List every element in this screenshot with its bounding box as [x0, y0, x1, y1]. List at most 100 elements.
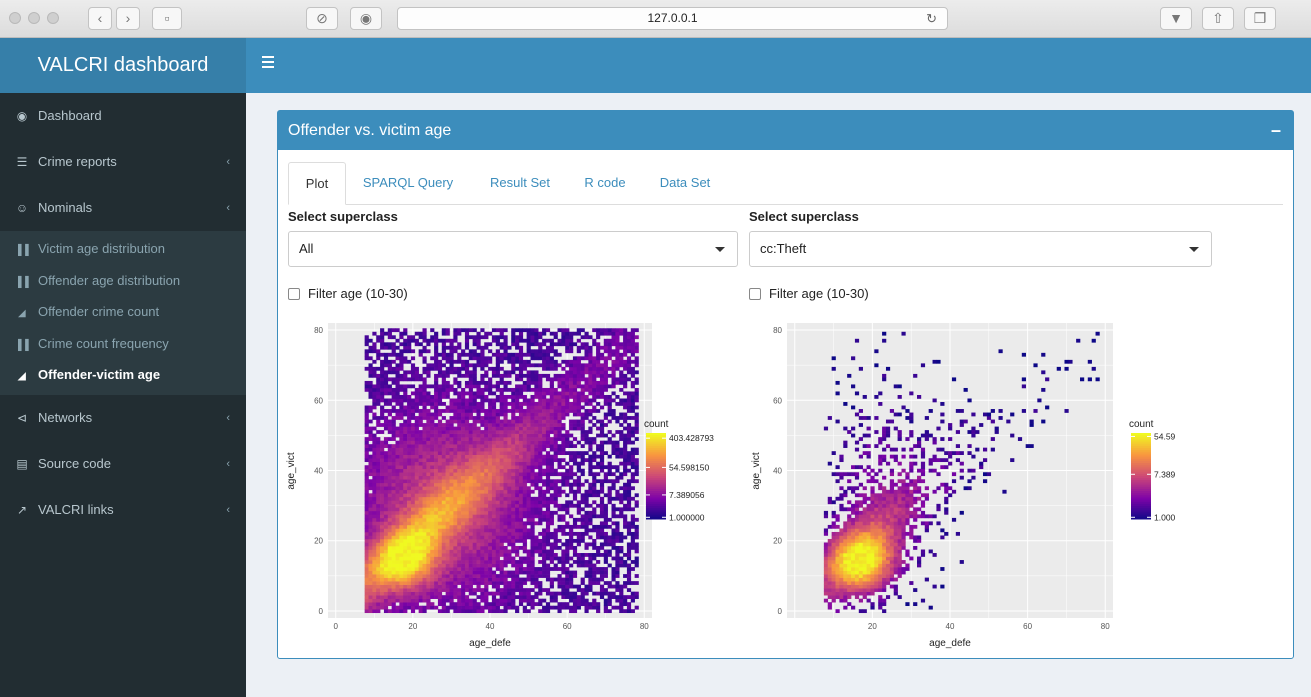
heatmap-cell — [434, 345, 439, 350]
checkbox-icon[interactable] — [749, 288, 761, 300]
sidebar-item-valcri-links[interactable]: ↗ VALCRI links ‹ — [0, 487, 246, 533]
heatmap-cell — [615, 468, 620, 473]
heatmap-cell — [511, 437, 516, 441]
heatmap-cell — [542, 430, 547, 434]
downloads-icon[interactable]: ▼ — [1160, 7, 1192, 30]
heatmap-cell — [461, 419, 466, 424]
heatmap-cell — [453, 486, 458, 491]
heatmap-cell — [437, 482, 443, 487]
heatmap-cell — [364, 542, 369, 547]
tab-r-code[interactable]: R code — [582, 162, 628, 205]
heatmap-cell — [480, 482, 485, 487]
right-superclass-select[interactable]: cc:Theft — [749, 231, 1212, 267]
heatmap-cell — [372, 493, 377, 498]
heatmap-cell — [572, 553, 578, 557]
share-icon[interactable]: ⇧ — [1202, 7, 1234, 30]
heatmap-cell — [572, 560, 578, 564]
privacy-icon[interactable]: ⊘ — [306, 7, 338, 30]
tab-result-set[interactable]: Result Set — [486, 162, 554, 205]
heatmap-cell — [611, 373, 616, 378]
sidebar-toggle-icon[interactable] — [262, 56, 274, 71]
forward-icon[interactable]: › — [116, 7, 140, 30]
heatmap-cell — [615, 465, 620, 470]
heatmap-cell — [414, 528, 419, 533]
heatmap-cell — [507, 409, 512, 413]
heatmap-cell — [599, 440, 605, 445]
extension-icon[interactable]: ◉ — [350, 7, 382, 30]
heatmap-cell — [503, 521, 508, 526]
submenu-item-offender-victim-age[interactable]: ◢ Offender-victim age — [0, 359, 246, 391]
heatmap-cell — [580, 391, 585, 396]
heatmap-cell — [499, 570, 504, 575]
heatmap-cell — [414, 437, 419, 441]
heatmap-cell — [461, 605, 466, 610]
submenu-item-victim-age-distribution[interactable]: ▌▌ Victim age distribution — [0, 233, 246, 265]
tabs-overview-icon[interactable]: ❐ — [1244, 7, 1276, 30]
heatmap-cell — [426, 412, 431, 417]
heatmap-cell — [634, 356, 639, 361]
heatmap-cell — [576, 542, 581, 547]
submenu-item-offender-age-distribution[interactable]: ▌▌ Offender age distribution — [0, 265, 246, 297]
address-bar[interactable]: 127.0.0.1 ↻ — [397, 7, 948, 30]
close-window-icon[interactable] — [9, 12, 21, 24]
heatmap-cell — [530, 458, 535, 463]
heatmap-cell — [603, 465, 608, 470]
heatmap-cell — [364, 556, 369, 561]
heatmap-cell — [530, 560, 535, 564]
back-icon[interactable]: ‹ — [88, 7, 112, 30]
sidebar-item-nominals[interactable]: ☺ Nominals ‹ — [0, 185, 246, 231]
heatmap-cell — [599, 521, 605, 526]
heatmap-cell — [488, 331, 493, 336]
heatmap-cell — [422, 542, 427, 547]
heatmap-cell — [530, 588, 535, 592]
reload-icon[interactable]: ↻ — [926, 8, 937, 29]
zoom-window-icon[interactable] — [47, 12, 59, 24]
heatmap-cell — [418, 444, 423, 448]
minimize-window-icon[interactable] — [28, 12, 40, 24]
submenu-item-crime-count-frequency[interactable]: ▌▌ Crime count frequency — [0, 328, 246, 360]
heatmap-cell — [368, 356, 373, 361]
heatmap-cell — [407, 591, 412, 596]
heatmap-cell — [542, 363, 547, 368]
collapse-icon[interactable]: – — [1271, 111, 1281, 150]
heatmap-cell — [491, 581, 497, 585]
heatmap-cell — [626, 588, 632, 592]
heatmap-cell — [484, 591, 489, 596]
sidebar-item-dashboard[interactable]: ◉ Dashboard — [0, 93, 246, 139]
tab-plot[interactable]: Plot — [288, 162, 346, 205]
heatmap-cell — [430, 328, 435, 333]
heatmap-cell — [495, 500, 500, 505]
heatmap-cell — [630, 609, 635, 614]
app-logo[interactable]: VALCRI dashboard — [0, 38, 246, 93]
heatmap-cell — [445, 577, 450, 582]
heatmap-cell — [823, 514, 829, 519]
heatmap-cell — [395, 402, 400, 406]
heatmap-cell — [368, 581, 373, 585]
sidebar-toggle-icon[interactable]: ▫ — [152, 7, 182, 30]
heatmap-cell — [630, 349, 635, 354]
checkbox-icon[interactable] — [288, 288, 300, 300]
heatmap-cell — [437, 458, 443, 463]
left-superclass-select[interactable]: All — [288, 231, 738, 267]
heatmap-cell — [553, 412, 558, 417]
sidebar-item-source-code[interactable]: ▤ Source code ‹ — [0, 441, 246, 487]
heatmap-cell — [599, 394, 605, 399]
heatmap-cell — [584, 363, 589, 368]
heatmap-cell — [511, 489, 516, 494]
heatmap-cell — [599, 380, 605, 385]
tab-sparql-query[interactable]: SPARQL Query — [358, 162, 458, 205]
heatmap-cell — [380, 507, 385, 512]
sidebar-item-crime-reports[interactable]: ☰ Crime reports ‹ — [0, 139, 246, 185]
tab-data-set[interactable]: Data Set — [658, 162, 712, 205]
heatmap-cell — [407, 538, 412, 543]
heatmap-cell — [476, 461, 481, 466]
submenu-item-offender-crime-count[interactable]: ◢ Offender crime count — [0, 296, 246, 328]
sidebar-item-networks[interactable]: ⊲ Networks ‹ — [0, 395, 246, 441]
heatmap-cell — [380, 517, 385, 522]
heatmap-cell — [376, 461, 381, 466]
heatmap-cell — [499, 496, 504, 501]
heatmap-cell — [580, 496, 585, 501]
left-filter-age-checkbox[interactable]: Filter age (10-30) — [288, 286, 408, 301]
right-filter-age-checkbox[interactable]: Filter age (10-30) — [749, 286, 869, 301]
heatmap-cell — [557, 373, 562, 378]
